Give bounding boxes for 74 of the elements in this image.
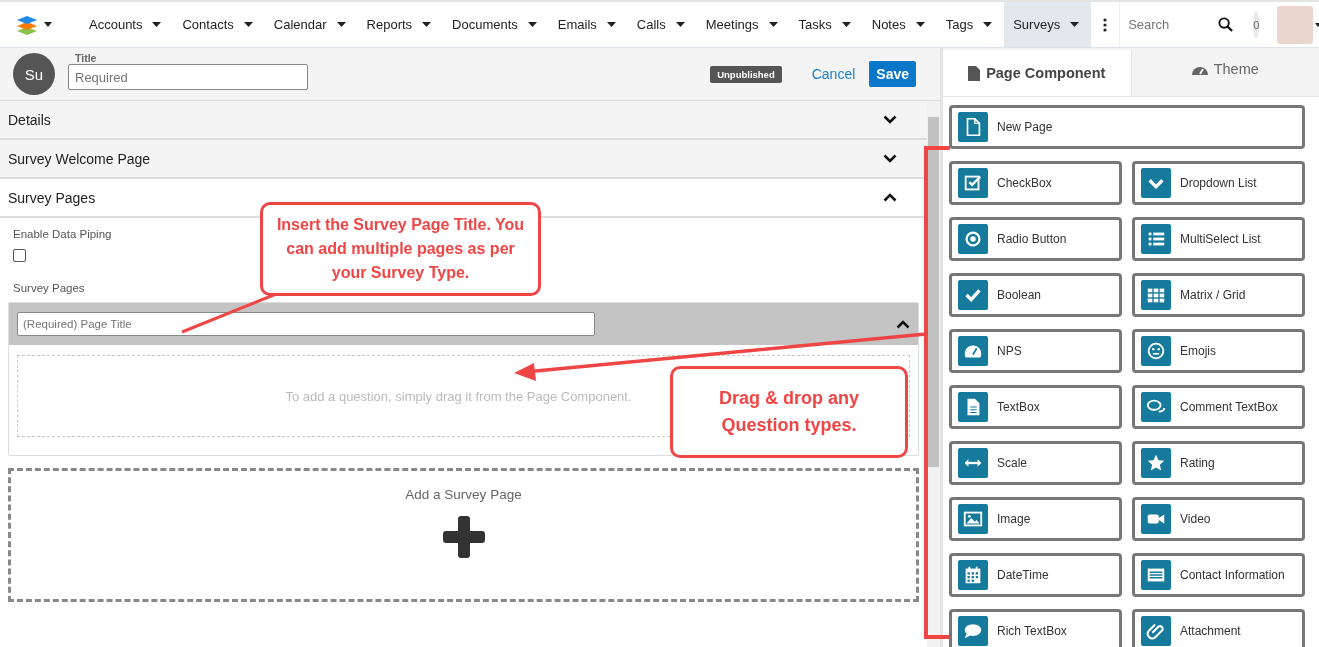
- component-tile[interactable]: Rich TextBox: [949, 609, 1122, 647]
- caret-icon: [44, 22, 52, 27]
- nav-menu-item[interactable]: Accounts: [80, 2, 174, 47]
- nav-menu-item[interactable]: Contacts: [173, 2, 265, 47]
- section-title: Details: [8, 111, 51, 128]
- drop-zone-hint: To add a question, simply drag it from the Page Component.: [285, 388, 632, 404]
- component-tile[interactable]: DateTime: [949, 553, 1122, 597]
- component-tile[interactable]: New Page: [949, 105, 1305, 149]
- nav-menu-item[interactable]: Emails: [548, 2, 628, 47]
- plus-icon: [440, 514, 487, 560]
- caret-icon: [243, 22, 253, 27]
- component-tile[interactable]: Attachment: [1132, 609, 1305, 647]
- component-tile[interactable]: Video: [1132, 497, 1305, 541]
- cancel-link[interactable]: Cancel: [811, 66, 856, 82]
- section-title: Survey Welcome Page: [8, 150, 151, 167]
- accordion-header[interactable]: Details: [0, 101, 927, 140]
- add-page-area[interactable]: Add a Survey Page: [8, 468, 919, 602]
- component-tile[interactable]: TextBox: [949, 385, 1122, 429]
- caret-icon: [675, 22, 685, 27]
- nav-menu-item[interactable]: Calls: [627, 2, 697, 47]
- caret-icon: [422, 22, 432, 27]
- caret-icon: [606, 22, 616, 27]
- component-tile[interactable]: Comment TextBox: [1132, 385, 1305, 429]
- checkbox[interactable]: [13, 249, 26, 262]
- component-tile[interactable]: Dropdown List: [1132, 161, 1305, 205]
- caret-icon: [336, 22, 346, 27]
- file-icon: [968, 65, 981, 81]
- component-tile[interactable]: Image: [949, 497, 1122, 541]
- save-button[interactable]: Save: [869, 61, 916, 87]
- status-badge: Unpublished: [710, 65, 782, 83]
- annotation-callout: Insert the Survey Page Title. You can add multiple pages as per your Survey Type.: [260, 202, 541, 296]
- component-tile[interactable]: Rating: [1132, 441, 1305, 485]
- nav-menu-item[interactable]: Documents: [443, 2, 549, 47]
- nav-menu-item[interactable]: Tasks: [789, 2, 863, 47]
- nav-menu-item[interactable]: Notes: [862, 2, 937, 47]
- nav-menu-item[interactable]: Calendar: [264, 2, 358, 47]
- component-tile[interactable]: Scale: [949, 441, 1122, 485]
- component-tile[interactable]: Boolean: [949, 273, 1122, 317]
- notification-count[interactable]: 0: [1253, 11, 1260, 38]
- component-tile[interactable]: Contact Information: [1132, 553, 1305, 597]
- avatar-initials: Su: [13, 53, 55, 95]
- component-tile[interactable]: Emojis: [1132, 329, 1305, 373]
- add-page-label: Add a Survey Page: [405, 487, 522, 502]
- title-field[interactable]: Required: [68, 64, 308, 90]
- caret-icon: [152, 22, 162, 27]
- caret-icon: [983, 22, 993, 27]
- component-tile[interactable]: Radio Button: [949, 217, 1122, 261]
- caret-icon: [527, 22, 537, 27]
- annotation-callout: Drag & drop any Question types.: [670, 366, 908, 458]
- kebab-icon: [1103, 17, 1108, 32]
- layers-logo-icon: [16, 13, 38, 36]
- component-tile[interactable]: MultiSelect List: [1132, 217, 1305, 261]
- component-tile[interactable]: Matrix / Grid: [1132, 273, 1305, 317]
- page-title-field[interactable]: (Required) Page Title: [17, 312, 595, 336]
- smiley-icon: [1145, 340, 1167, 362]
- nav-menu-item[interactable]: Meetings: [696, 2, 790, 47]
- caret-icon: [915, 22, 925, 27]
- caret-icon: [1070, 22, 1080, 27]
- chevron-icon[interactable]: [896, 319, 910, 329]
- nav-menu-item[interactable]: Tags: [936, 2, 1005, 47]
- field-label: Survey Pages: [13, 282, 86, 294]
- section-title: Survey Pages: [8, 189, 96, 206]
- accordion-header[interactable]: Survey Welcome Page: [0, 140, 927, 179]
- caret-icon: [841, 22, 851, 27]
- component-tile[interactable]: CheckBox: [949, 161, 1122, 205]
- panel-tab[interactable]: Theme: [1131, 48, 1319, 96]
- title-label: Title: [75, 52, 98, 64]
- nav-menu-item[interactable]: Reports: [357, 2, 444, 47]
- search-icon[interactable]: [1218, 17, 1234, 32]
- nav-menu-item[interactable]: Surveys: [1004, 2, 1092, 47]
- component-tile[interactable]: NPS: [949, 329, 1122, 373]
- field-label: Enable Data Piping: [13, 228, 113, 240]
- caret-icon: [768, 22, 778, 27]
- panel-tab[interactable]: Page Component: [943, 50, 1132, 96]
